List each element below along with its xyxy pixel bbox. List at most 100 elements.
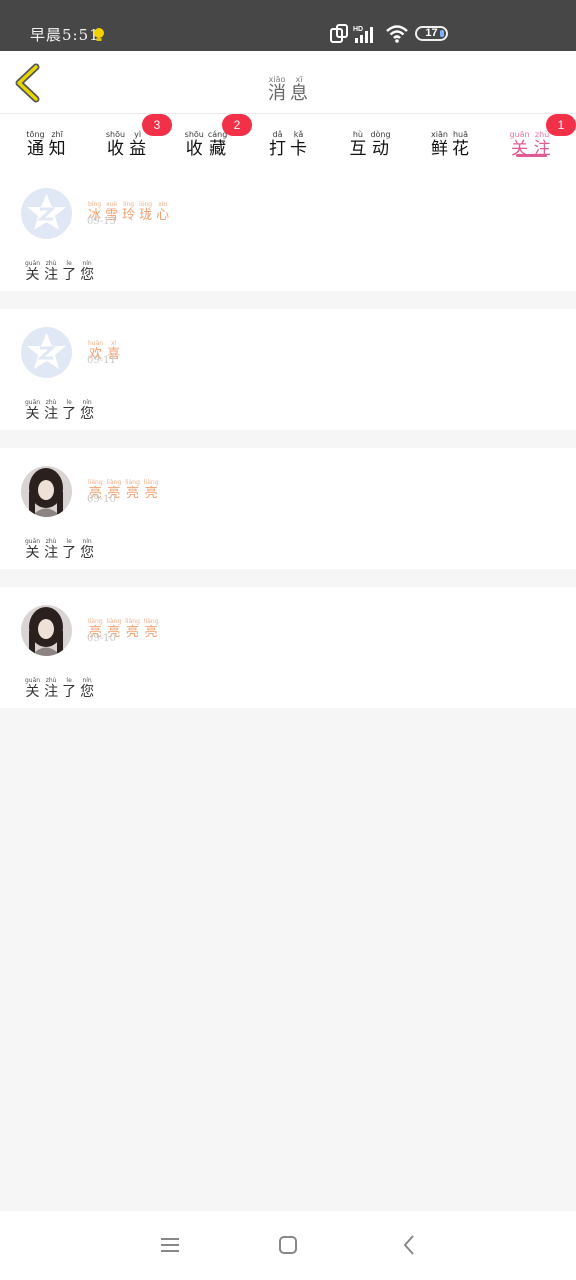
default-avatar-icon[interactable]	[21, 188, 72, 239]
tab-bar: tōng 通 zhī 知 shōu 收 yì 益 3 shōu 收 cáng 藏 2 dǎ 打 kǎ 卡 hù 互 dò…	[0, 114, 576, 170]
status-time: 早晨5:51	[30, 26, 100, 44]
ruby-char: xī 息	[290, 75, 308, 104]
tab-interact[interactable]: hù 互 dòng 动	[330, 122, 410, 159]
hanzi: 注	[44, 684, 59, 700]
ruby-char: guān 关	[25, 260, 40, 284]
hanzi: 了	[62, 406, 77, 422]
pinyin: zhù	[45, 538, 57, 545]
message-date: 09-10	[87, 633, 116, 644]
ruby-char: liàng 亮	[125, 618, 140, 641]
ruby-char: le 了	[62, 538, 76, 562]
pinyin: xīn	[158, 201, 168, 208]
ruby-char: kǎ 卡	[290, 130, 307, 159]
ruby-char: shōu 收	[185, 130, 204, 159]
pinyin: xǐ	[110, 340, 117, 347]
pinyin: lóng	[139, 201, 153, 208]
signal-icon: HD	[353, 26, 373, 43]
pinyin: kǎ	[293, 130, 304, 139]
pinyin: líng	[123, 201, 135, 208]
pinyin: hù	[352, 130, 363, 139]
pinyin: liàng	[125, 618, 140, 625]
hanzi: 通	[27, 139, 44, 159]
status-bar: 早晨5:51 HD 17	[0, 0, 576, 51]
ruby-char: guān 关	[25, 399, 40, 423]
hanzi: 您	[80, 267, 95, 283]
hanzi: 知	[48, 139, 66, 159]
hanzi: 收	[106, 139, 124, 159]
ruby-char: nín 您	[80, 260, 94, 284]
pinyin: nín	[82, 260, 92, 267]
back-nav-icon[interactable]	[398, 1233, 422, 1257]
message-list: bīng 冰 xuě 雪 líng 玲 lóng 珑 xīn 心 09-13 guān 关 zhù 注 le 了…	[0, 170, 576, 726]
pinyin: huā	[452, 130, 469, 139]
ruby-char: le 了	[62, 399, 76, 423]
pinyin: le	[66, 399, 72, 406]
hanzi: 了	[62, 267, 77, 283]
ruby-char: nín 您	[80, 399, 94, 423]
message-text: guān 关 zhù 注 le 了 nín 您	[23, 250, 96, 284]
hanzi: 关	[25, 267, 40, 283]
pinyin: xiān	[431, 130, 448, 139]
message-text: guān 关 zhù 注 le 了 nín 您	[23, 528, 96, 562]
tab-checkin[interactable]: dǎ 打 kǎ 卡	[248, 122, 328, 159]
pinyin: xuě	[106, 201, 118, 208]
hanzi: 您	[80, 406, 95, 422]
ruby-char: huā 花	[452, 130, 469, 159]
hanzi: 亮	[144, 625, 158, 640]
ruby-char: guān 关	[25, 538, 40, 562]
pinyin: le	[66, 538, 72, 545]
pinyin: liàng	[143, 618, 159, 625]
pinyin: le	[66, 260, 72, 267]
hanzi: 关	[25, 406, 40, 422]
ruby-char: cáng 藏	[208, 130, 227, 159]
menu-icon[interactable]	[158, 1233, 182, 1257]
hanzi: 亮	[144, 486, 158, 501]
pinyin: tōng	[26, 130, 45, 139]
ruby-char: líng 玲	[122, 201, 135, 224]
pinyin: liàng	[106, 618, 122, 625]
pinyin: liàng	[143, 479, 159, 486]
svg-text:HD: HD	[353, 26, 363, 33]
avatar[interactable]	[21, 466, 72, 517]
tab-notice[interactable]: tōng 通 zhī 知	[6, 122, 86, 159]
pinyin: liàng	[125, 479, 140, 486]
message-item[interactable]: liàng 亮 liàng 亮 liàng 亮 liàng 亮 09-10 guān 关 zhù 注 le…	[0, 448, 576, 569]
tab-income[interactable]: shōu 收 yì 益 3	[86, 114, 172, 159]
header: xiāo 消 xī 息	[0, 51, 576, 114]
pinyin: zhù	[45, 399, 57, 406]
ruby-char: zhù 注	[44, 260, 58, 284]
pinyin: zhù	[45, 260, 57, 267]
hanzi: 亮	[126, 486, 140, 501]
avatar[interactable]	[21, 605, 72, 656]
ruby-char: xiāo 消	[268, 75, 286, 104]
pinyin: guān	[25, 260, 41, 267]
hanzi: 玲	[122, 208, 136, 223]
ruby-char: tōng 通	[26, 130, 44, 159]
message-item[interactable]: huān 欢 xǐ 喜 09-11 guān 关 zhù 注 le 了 nín 您	[0, 309, 576, 430]
ruby-char: zhù 注	[44, 677, 58, 701]
tab-follow[interactable]: guān 关 zhù 注 1	[490, 114, 576, 159]
hanzi: 打	[269, 139, 286, 159]
message-item[interactable]: bīng 冰 xuě 雪 líng 玲 lóng 珑 xīn 心 09-13 guān 关 zhù 注 le 了…	[0, 170, 576, 291]
ruby-char: liàng 亮	[144, 479, 159, 502]
tab-favorite[interactable]: shōu 收 cáng 藏 2	[166, 114, 252, 159]
pinyin: huān	[88, 340, 104, 347]
home-icon[interactable]	[276, 1233, 300, 1257]
default-avatar-icon[interactable]	[21, 327, 72, 378]
message-item[interactable]: liàng 亮 liàng 亮 liàng 亮 liàng 亮 09-10 guān 关 zhù 注 le…	[0, 587, 576, 708]
hanzi: 卡	[290, 139, 307, 159]
pinyin: guān	[509, 130, 530, 139]
hanzi: 息	[290, 83, 308, 104]
tab-flowers[interactable]: xiān 鲜 huā 花	[410, 122, 490, 159]
page-title: xiāo 消 xī 息	[0, 67, 576, 104]
hanzi: 注	[44, 406, 59, 422]
message-date: 09-10	[87, 494, 116, 505]
hanzi: 动	[372, 139, 389, 159]
ruby-char: nín 您	[80, 677, 94, 701]
hanzi: 关	[511, 139, 528, 159]
ruby-char: guān 关	[25, 677, 40, 701]
pinyin: xī	[295, 75, 303, 84]
pinyin: zhī	[51, 130, 63, 139]
ruby-char: le 了	[62, 677, 76, 701]
battery-charge-icon	[440, 30, 444, 37]
